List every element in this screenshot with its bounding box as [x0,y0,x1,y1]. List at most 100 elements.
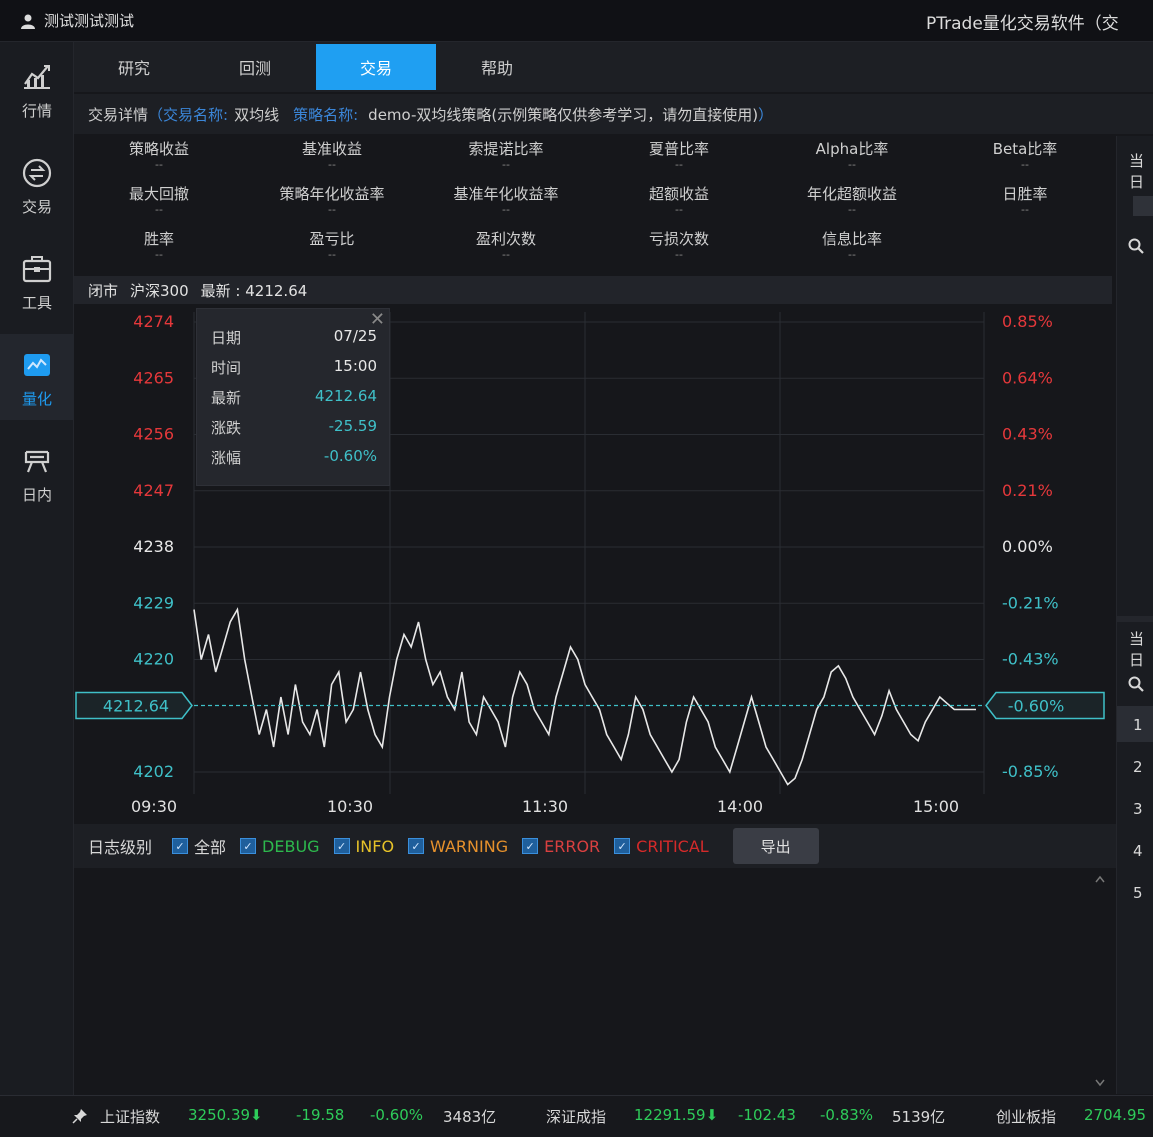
log-filter-debug[interactable]: ✓ DEBUG [240,837,320,856]
y-tick-label-pct: -0.85% [1002,762,1059,781]
log-filter-info[interactable]: ✓ INFO [333,837,394,856]
tab-trade[interactable]: 交易 [316,44,436,90]
y-tick-label: 4274 [133,312,174,331]
list-item-number[interactable]: 2 [1133,758,1143,776]
market-chart-icon [24,65,50,89]
sidebar-label: 交易 [21,198,52,216]
sidebar-item-tools[interactable]: 工具 [0,238,74,324]
y-tick-label: 4247 [133,481,174,500]
stat-information-ratio: 信息比率 -- [821,230,882,261]
log-output[interactable] [74,868,1116,1094]
stat-profit-count: 盈利次数 -- [475,230,536,261]
stat-excess-return: 超额收益 -- [648,185,709,216]
sidebar-item-trade[interactable]: 交易 [0,142,74,228]
log-scrollbar[interactable] [1092,872,1108,1090]
list-item-number[interactable]: 1 [1133,716,1143,734]
sidebar: 行情 交易 工具 量化 日内 [0,42,74,1095]
log-filter-error[interactable]: ✓ ERROR [522,837,600,856]
y-tick-label-pct: -0.43% [1002,650,1059,669]
log-filter-critical[interactable]: ✓ CRITICAL [614,837,709,856]
y-tick-label: 4229 [133,593,174,612]
cy-index-name[interactable]: 创业板指 [996,1106,1056,1127]
sz-index-name[interactable]: 深证成指 [546,1106,606,1127]
y-tick-label-pct: 0.00% [1002,537,1053,556]
stat-max-drawdown: 最大回撤 -- [128,185,189,216]
right-panel-button[interactable] [1133,196,1153,216]
tooltip-row: 日期 07/25 [211,327,377,347]
sidebar-item-quant[interactable]: 量化 [0,334,74,420]
stat-benchmark-annual: 基准年化收益率 -- [453,185,559,216]
user-name: 测试测试测试 [44,12,135,30]
checkbox-checked-icon[interactable]: ✓ [172,838,189,854]
sz-index-volume: 5139亿 [892,1108,946,1126]
y-tick-label-pct: 0.64% [1002,368,1053,387]
toolbox-icon [22,256,52,283]
sh-index-change: -19.58 [296,1106,345,1124]
sh-index-pct: -0.60% [370,1106,424,1124]
quant-icon [24,354,50,376]
tab-help[interactable]: 帮助 [437,44,557,90]
tab-research[interactable]: 研究 [74,44,194,90]
market-status: 闭市 [88,281,119,300]
open-paren: （ [148,105,164,124]
export-button[interactable]: 导出 [732,828,819,864]
y-tick-label: 4238 [133,537,174,556]
stat-benchmark-return: 基准收益 -- [301,140,362,171]
search-icon[interactable] [1128,676,1144,692]
log-filter-warning[interactable]: ✓ WARNING [408,837,508,856]
x-tick-label: 15:00 [913,797,959,816]
checkbox-checked-icon[interactable]: ✓ [614,838,631,854]
user-icon [21,14,35,29]
main-tabs: 研究 回测 交易 帮助 [74,42,1153,92]
trade-detail-title: 交易详情 [88,105,149,124]
y-tick-label-pct: 0.21% [1002,481,1053,500]
log-filter-all[interactable]: ✓ 全部 [172,834,226,858]
stat-alpha: Alpha比率 -- [815,140,889,171]
stat-winrate: 胜率 -- [143,230,174,261]
latest-price: 最新 : 4212.64 [200,281,308,300]
list-item-number[interactable]: 4 [1133,842,1143,860]
tooltip-row: 涨跌 -25.59 [211,417,377,437]
stat-strategy-annual: 策略年化收益率 -- [279,185,385,216]
stat-sortino: 索提诺比率 -- [468,140,544,171]
tab-backtest[interactable]: 回测 [195,44,315,90]
list-item-number[interactable]: 3 [1133,800,1143,818]
x-tick-label: 14:00 [717,797,763,816]
sh-index-volume: 3483亿 [443,1108,497,1126]
panel-divider [1117,616,1153,622]
sidebar-label: 量化 [21,390,52,408]
sidebar-label: 工具 [21,294,52,312]
search-icon[interactable] [1128,238,1144,254]
stat-daily-winrate: 日胜率 -- [1002,185,1048,216]
y-tick-label-pct: -0.21% [1002,593,1059,612]
checkbox-checked-icon[interactable]: ✓ [240,838,257,854]
tooltip-row: 时间 15:00 [211,357,377,377]
index-name: 沪深300 [130,281,189,300]
strategy-name-value: demo-双均线策略(示例策略仅供参考学习，请勿直接使用) [368,105,759,124]
sidebar-item-market[interactable]: 行情 [0,46,74,132]
user-info[interactable]: 测试测试测试 [20,10,134,31]
sidebar-label: 日内 [21,486,52,504]
cy-index-price: 2704.95 [1084,1106,1147,1124]
checkbox-checked-icon[interactable]: ✓ [522,838,539,854]
checkbox-checked-icon[interactable]: ✓ [333,838,350,854]
sz-index-pct: -0.83% [820,1106,874,1124]
sh-index-price: 3250.39⬇ [188,1106,263,1124]
pin-icon[interactable] [72,1108,88,1124]
crosshair-tooltip: ✕ 日期 07/25 时间 15:00 最新 4212.64 涨跌 -25.59 涨幅 -… [196,308,390,486]
scroll-up-icon[interactable] [1095,875,1105,883]
checkbox-checked-icon[interactable]: ✓ [408,838,425,854]
sh-index-name[interactable]: 上证指数 [100,1106,160,1127]
chart-header: 闭市 沪深300 最新 : 4212.64 [74,276,1112,304]
y-tick-label: 4220 [133,650,174,669]
y-tick-label: 4202 [133,762,174,781]
market-status-bar: 上证指数 3250.39⬇ -19.58 -0.60% 3483亿 深证成指 1… [0,1095,1153,1137]
scroll-down-icon[interactable] [1095,1079,1105,1087]
sidebar-item-intraday[interactable]: 日内 [0,430,74,516]
y-tick-label: 4265 [133,368,174,387]
y-tick-label-pct: 0.43% [1002,425,1053,444]
strategy-name-label: 策略名称: [293,105,359,124]
list-item-number[interactable]: 5 [1133,884,1143,902]
tooltip-row: 最新 4212.64 [211,387,377,407]
stat-strategy-return: 策略收益 -- [128,140,189,171]
